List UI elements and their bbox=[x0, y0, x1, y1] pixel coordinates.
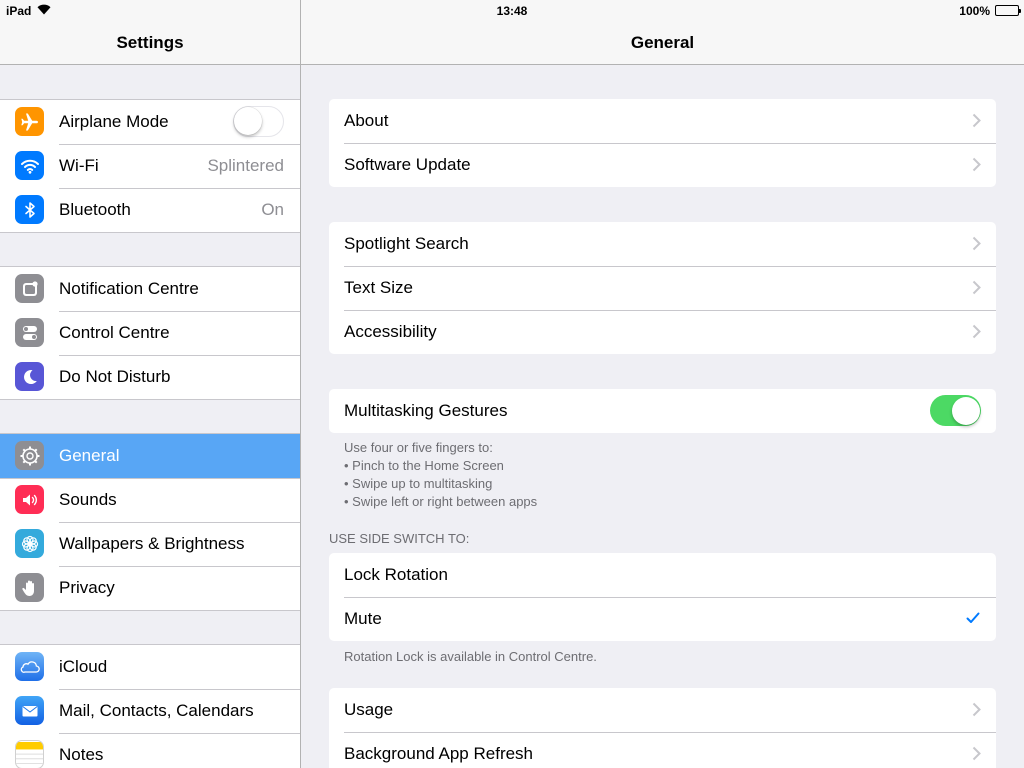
speaker-icon bbox=[15, 485, 44, 514]
sidebar-item-label: Airplane Mode bbox=[59, 112, 169, 131]
control-centre-icon bbox=[15, 318, 44, 347]
sidebar-item-wallpapers-brightness[interactable]: Wallpapers & Brightness bbox=[0, 522, 300, 566]
gear-icon bbox=[15, 441, 44, 470]
sidebar-item-icloud[interactable]: iCloud bbox=[0, 645, 300, 689]
sidebar-item-do-not-disturb[interactable]: Do Not Disturb bbox=[0, 355, 300, 399]
footer-line: • Pinch to the Home Screen bbox=[344, 458, 504, 473]
device-group: General Sounds Wallpapers & Brightness P… bbox=[0, 433, 300, 611]
sidebar-item-notes[interactable]: Notes bbox=[0, 733, 300, 768]
about-row[interactable]: About bbox=[329, 99, 996, 143]
spotlight-search-row[interactable]: Spotlight Search bbox=[329, 222, 996, 266]
settings-sidebar: Settings Airplane Mode Wi-Fi Splintered bbox=[0, 0, 300, 768]
side-switch-group: Lock Rotation Mute bbox=[329, 553, 996, 641]
about-group: About Software Update bbox=[329, 99, 996, 187]
sidebar-item-label: Mail, Contacts, Calendars bbox=[59, 701, 254, 720]
footer-line: • Swipe left or right between apps bbox=[344, 494, 538, 509]
sidebar-item-privacy[interactable]: Privacy bbox=[0, 566, 300, 610]
sidebar-item-mail-contacts-calendars[interactable]: Mail, Contacts, Calendars bbox=[0, 689, 300, 733]
footer-line: Use four or five fingers to: bbox=[344, 440, 493, 455]
notification-centre-icon bbox=[15, 274, 44, 303]
side-switch-footer: Rotation Lock is available in Control Ce… bbox=[344, 649, 597, 664]
chevron-right-icon bbox=[972, 702, 981, 717]
sidebar-item-control-centre[interactable]: Control Centre bbox=[0, 311, 300, 355]
side-switch-section-header: USE SIDE SWITCH TO: bbox=[329, 531, 470, 546]
usage-group: Usage Background App Refresh bbox=[329, 688, 996, 768]
row-label: Background App Refresh bbox=[344, 744, 534, 763]
connectivity-group: Airplane Mode Wi-Fi Splintered Bluetooth… bbox=[0, 99, 300, 233]
wifi-icon bbox=[15, 151, 44, 180]
accounts-group: iCloud Mail, Contacts, Calendars Notes bbox=[0, 644, 300, 768]
sidebar-item-bluetooth[interactable]: Bluetooth On bbox=[0, 188, 300, 232]
mute-option[interactable]: Mute bbox=[329, 597, 996, 641]
accessibility-row[interactable]: Accessibility bbox=[329, 310, 996, 354]
chevron-right-icon bbox=[972, 157, 981, 172]
sidebar-item-label: Bluetooth bbox=[59, 200, 131, 219]
general-detail-pane: General About Software Update Spotlight … bbox=[301, 0, 1024, 768]
sidebar-item-wifi[interactable]: Wi-Fi Splintered bbox=[0, 144, 300, 188]
software-update-row[interactable]: Software Update bbox=[329, 143, 996, 187]
centres-group: Notification Centre Control Centre Do No… bbox=[0, 266, 300, 400]
sidebar-item-label: Notes bbox=[59, 745, 104, 764]
chevron-right-icon bbox=[972, 324, 981, 339]
multitasking-group: Multitasking Gestures bbox=[329, 389, 996, 433]
airplane-mode-toggle[interactable] bbox=[233, 106, 284, 137]
chevron-right-icon bbox=[972, 746, 981, 761]
bluetooth-icon bbox=[15, 195, 44, 224]
row-label: Multitasking Gestures bbox=[344, 401, 508, 420]
row-label: About bbox=[344, 111, 389, 130]
checkmark-icon bbox=[966, 612, 980, 623]
row-label: Accessibility bbox=[344, 322, 437, 341]
text-size-row[interactable]: Text Size bbox=[329, 266, 996, 310]
sidebar-item-airplane-mode[interactable]: Airplane Mode bbox=[0, 100, 300, 144]
usage-row[interactable]: Usage bbox=[329, 688, 996, 732]
sidebar-item-label: iCloud bbox=[59, 657, 108, 676]
mail-icon bbox=[15, 696, 44, 725]
row-label: Mute bbox=[344, 609, 382, 628]
multitasking-gestures-row: Multitasking Gestures bbox=[329, 389, 996, 433]
row-label: Text Size bbox=[344, 278, 413, 297]
row-label: Usage bbox=[344, 700, 394, 719]
flower-icon bbox=[15, 529, 44, 558]
multitasking-gestures-toggle[interactable] bbox=[930, 395, 981, 426]
sidebar-item-label: Notification Centre bbox=[59, 279, 199, 298]
sidebar-item-label: Sounds bbox=[59, 490, 117, 509]
chevron-right-icon bbox=[972, 280, 981, 295]
sidebar-item-label: Control Centre bbox=[59, 323, 170, 342]
clock: 13:48 bbox=[496, 4, 528, 18]
notes-icon bbox=[15, 740, 44, 768]
row-label: Spotlight Search bbox=[344, 234, 469, 253]
moon-icon bbox=[15, 362, 44, 391]
chevron-right-icon bbox=[972, 236, 981, 251]
status-bar: iPad 13:48 100% bbox=[0, 0, 1024, 21]
sidebar-item-label: Wi-Fi bbox=[59, 156, 99, 175]
battery-icon bbox=[995, 5, 1021, 16]
hand-icon bbox=[15, 573, 44, 602]
multitasking-footer: Use four or five fingers to: • Pinch to … bbox=[344, 439, 984, 511]
general-title: General bbox=[630, 33, 695, 52]
sidebar-item-label: Wallpapers & Brightness bbox=[59, 534, 245, 553]
footer-line: • Swipe up to multitasking bbox=[344, 476, 493, 491]
background-app-refresh-row[interactable]: Background App Refresh bbox=[329, 732, 996, 768]
sidebar-item-label: Do Not Disturb bbox=[59, 367, 171, 386]
sidebar-item-general[interactable]: General bbox=[0, 434, 300, 478]
row-label: Lock Rotation bbox=[344, 565, 448, 584]
sidebar-item-notification-centre[interactable]: Notification Centre bbox=[0, 267, 300, 311]
sidebar-item-label: Privacy bbox=[59, 578, 115, 597]
cloud-icon bbox=[15, 652, 44, 681]
chevron-right-icon bbox=[972, 113, 981, 128]
settings-title: Settings bbox=[116, 33, 184, 52]
bluetooth-status-value: On bbox=[261, 200, 284, 219]
airplane-icon bbox=[15, 107, 44, 136]
sidebar-item-sounds[interactable]: Sounds bbox=[0, 478, 300, 522]
row-label: Software Update bbox=[344, 155, 471, 174]
search-accessibility-group: Spotlight Search Text Size Accessibility bbox=[329, 222, 996, 354]
battery-percentage: 100% bbox=[959, 4, 990, 18]
lock-rotation-option[interactable]: Lock Rotation bbox=[329, 553, 996, 597]
wifi-network-value: Splintered bbox=[207, 156, 284, 175]
sidebar-item-label: General bbox=[59, 446, 120, 465]
ipad-screen: Settings Airplane Mode Wi-Fi Splintered bbox=[0, 0, 1024, 768]
